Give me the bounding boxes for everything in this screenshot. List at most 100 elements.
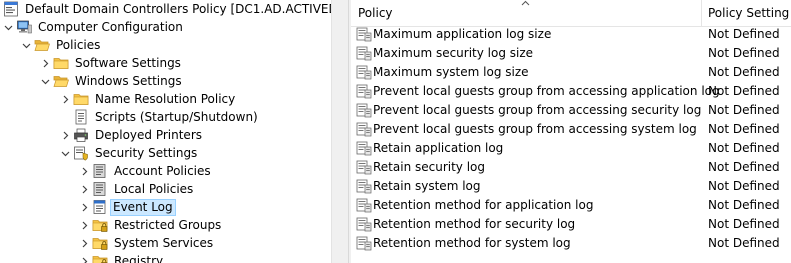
policy-row[interactable]: Retention method for application log Not … [351, 196, 791, 215]
tree-item-label: Local Policies [114, 181, 194, 196]
policy-name: Retain application log [373, 141, 504, 155]
policy-name: Retain system log [373, 179, 481, 193]
tree-item-software-settings[interactable]: Software Settings [37, 54, 185, 72]
chevron-right-icon[interactable] [76, 234, 92, 252]
tree-item-label: Computer Configuration [38, 19, 183, 34]
policy-setting-value: Not Defined [708, 179, 780, 193]
folder-open-icon [34, 37, 50, 53]
policy-setting-icon [356, 103, 372, 118]
tree-item-restricted-groups[interactable]: Restricted Groups [76, 216, 225, 234]
chevron-right-icon[interactable] [76, 180, 92, 198]
policy-row[interactable]: Maximum security log size Not Defined [351, 44, 791, 63]
folder-lock-icon [92, 253, 108, 263]
policy-list-view[interactable]: Policy Policy Setting Maximum applicatio… [351, 0, 791, 263]
policy-name: Maximum security log size [373, 46, 534, 60]
security-settings-icon [73, 145, 89, 161]
policy-row[interactable]: Maximum system log size Not Defined [351, 63, 791, 82]
policy-name: Retention method for system log [373, 236, 571, 250]
tree-item-label: Deployed Printers [95, 127, 203, 142]
policy-setting-value: Not Defined [708, 84, 780, 98]
tree-item-system-services[interactable]: System Services [76, 234, 217, 252]
policy-row[interactable]: Retain application log Not Defined [351, 139, 791, 158]
column-header-policy[interactable]: Policy [358, 6, 393, 20]
policy-row[interactable]: Retention method for system log Not Defin… [351, 234, 791, 253]
tree-item-label: Name Resolution Policy [95, 91, 236, 106]
chevron-down-icon[interactable] [57, 144, 73, 162]
tree-item-registry[interactable]: Registry [76, 252, 167, 263]
console-tree[interactable]: Default Domain Controllers Policy [DC1.A… [0, 0, 331, 263]
policy-row[interactable]: Retention method for security log Not Def… [351, 215, 791, 234]
policy-setting-value: Not Defined [708, 198, 780, 212]
tree-item-event-log[interactable]: Event Log [76, 198, 176, 216]
policy-setting-icon [356, 84, 372, 99]
policy-setting-value: Not Defined [708, 103, 780, 117]
policy-setting-value: Not Defined [708, 46, 780, 60]
policy-setting-value: Not Defined [708, 65, 780, 79]
policy-row[interactable]: Prevent local guests group from accessin… [351, 120, 791, 139]
chevron-right-icon[interactable] [76, 252, 92, 263]
policy-row[interactable]: Prevent local guests group from accessin… [351, 82, 791, 101]
policy-name: Maximum system log size [373, 65, 529, 79]
policy-row[interactable]: Prevent local guests group from accessin… [351, 101, 791, 120]
chevron-down-icon[interactable] [18, 36, 34, 54]
policy-setting-icon [356, 122, 372, 137]
policy-setting-value: Not Defined [708, 122, 780, 136]
tree-item-account-policies[interactable]: Account Policies [76, 162, 215, 180]
chevron-right-icon[interactable] [57, 90, 73, 108]
policy-name: Retention method for application log [373, 198, 594, 212]
chevron-right-icon[interactable] [76, 216, 92, 234]
policy-book-icon [92, 181, 108, 197]
policy-book-icon [92, 163, 108, 179]
policy-setting-icon [356, 65, 372, 80]
policy-setting-value: Not Defined [708, 160, 780, 174]
policy-setting-icon [356, 179, 372, 194]
tree-vertical-scrollbar[interactable] [331, 0, 348, 263]
chevron-right-icon[interactable] [37, 54, 53, 72]
tree-item-root-policy[interactable]: Default Domain Controllers Policy [DC1.A… [0, 0, 331, 18]
policy-name: Prevent local guests group from accessin… [373, 122, 697, 136]
policy-name: Prevent local guests group from accessin… [373, 84, 720, 98]
list-header: Policy Policy Setting [351, 0, 791, 27]
policy-setting-value: Not Defined [708, 27, 780, 41]
policy-setting-icon [356, 27, 372, 42]
policy-setting-icon [356, 160, 372, 175]
folder-open-icon [53, 73, 69, 89]
policy-document-icon [3, 1, 19, 17]
chevron-down-icon[interactable] [37, 72, 53, 90]
policy-setting-value: Not Defined [708, 217, 780, 231]
chevron-right-icon[interactable] [57, 126, 73, 144]
policy-row[interactable]: Retain security log Not Defined [351, 158, 791, 177]
tree-item-deployed-printers[interactable]: Deployed Printers [57, 126, 206, 144]
tree-item-label: Registry [114, 253, 164, 263]
chevron-right-icon[interactable] [76, 198, 92, 216]
policy-row[interactable]: Retain system log Not Defined [351, 177, 791, 196]
policy-row[interactable]: Maximum application log size Not Defined [351, 25, 791, 44]
tree-item-policies[interactable]: Policies [18, 36, 104, 54]
folder-lock-icon [92, 235, 108, 251]
tree-item-name-resolution-policy[interactable]: Name Resolution Policy [57, 90, 239, 108]
column-header-policy-setting[interactable]: Policy Setting [708, 6, 789, 20]
chevron-right-icon[interactable] [76, 162, 92, 180]
tree-item-security-settings[interactable]: Security Settings [57, 144, 201, 162]
computer-icon [16, 19, 32, 35]
tree-item-label: Account Policies [114, 163, 211, 178]
sort-ascending-icon [521, 0, 530, 6]
folder-lock-icon [92, 217, 108, 233]
policy-setting-icon [356, 217, 372, 232]
folder-icon [73, 91, 89, 107]
tree-item-windows-settings[interactable]: Windows Settings [37, 72, 186, 90]
policy-setting-icon [356, 46, 372, 61]
tree-item-label: Default Domain Controllers Policy [DC1.A… [25, 1, 331, 16]
scripts-icon [73, 109, 89, 125]
tree-item-label: Event Log [110, 198, 176, 216]
tree-item-computer-configuration[interactable]: Computer Configuration [0, 18, 187, 36]
tree-item-label: Security Settings [95, 145, 198, 160]
chevron-down-icon[interactable] [0, 18, 16, 36]
policy-name: Retention method for security log [373, 217, 576, 231]
folder-icon [53, 55, 69, 71]
tree-item-scripts[interactable]: Scripts (Startup/Shutdown) [57, 108, 262, 126]
tree-item-label: Scripts (Startup/Shutdown) [95, 109, 258, 124]
column-divider[interactable] [701, 0, 702, 26]
tree-item-local-policies[interactable]: Local Policies [76, 180, 197, 198]
